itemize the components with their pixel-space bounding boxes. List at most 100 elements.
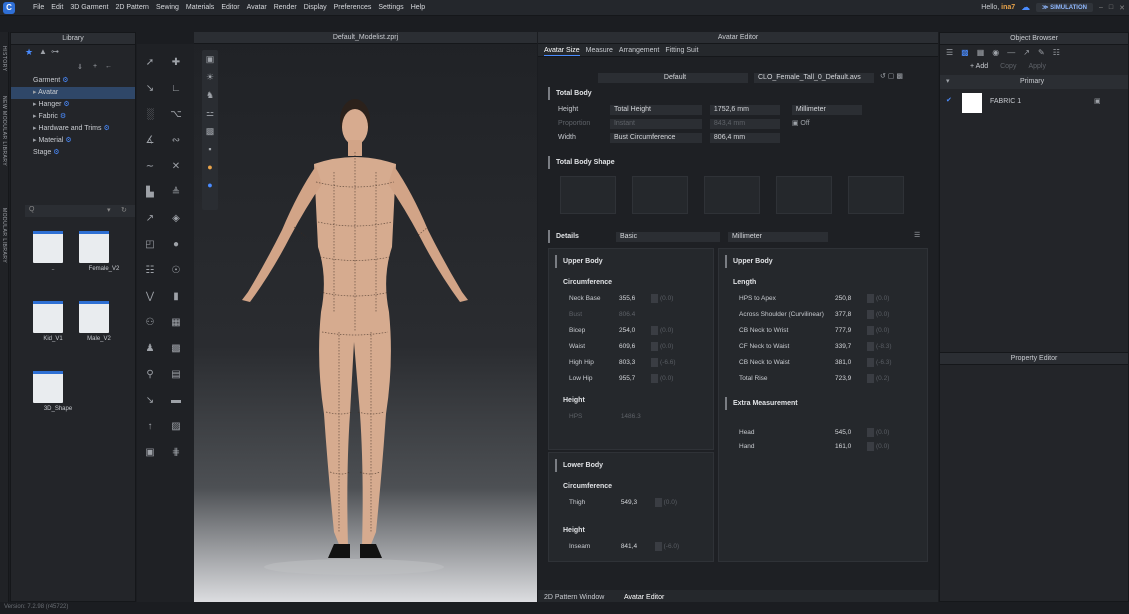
measurement-value[interactable]: 381,0 <box>835 357 867 369</box>
add-icon[interactable]: + <box>93 63 97 70</box>
rectangle-tool-icon[interactable]: ⌥ <box>167 108 185 122</box>
library-tile-female[interactable]: Female_V2 <box>79 231 129 272</box>
spinner-icon[interactable] <box>867 325 874 335</box>
add-fabric-button[interactable]: + Add <box>970 63 988 73</box>
apply-fabric-button[interactable]: Apply <box>1028 63 1046 73</box>
hanger-tool-icon[interactable]: ↑ <box>141 420 159 434</box>
circle-tool-icon[interactable]: ● <box>167 238 185 252</box>
edit-pattern-icon[interactable]: ↘ <box>141 82 159 96</box>
library-tile-male[interactable]: Male_V2 <box>79 301 119 342</box>
tree-item-hardware[interactable]: ▸ Hardware and Trims ⚙ <box>11 123 135 135</box>
primary-row[interactable]: Primary ▾ <box>940 75 1128 89</box>
spinner-icon[interactable] <box>654 497 662 507</box>
tree-item-fabric[interactable]: ▸ Fabric ⚙ <box>11 111 135 123</box>
tab-fitting-suit[interactable]: Fitting Suit <box>665 44 698 56</box>
body-shape-option[interactable] <box>632 176 688 214</box>
measure-tool-icon[interactable]: ↘ <box>141 394 159 408</box>
folder-icon[interactable]: ▲ <box>39 47 47 56</box>
trim-icon[interactable]: ☷ <box>1053 48 1060 58</box>
spinner-icon[interactable] <box>651 325 658 335</box>
tree-item-avatar[interactable]: ▸ Avatar <box>11 87 135 99</box>
height-unit-select[interactable]: Millimeter <box>791 105 862 115</box>
menu-render[interactable]: Render <box>274 4 297 11</box>
check-icon[interactable]: ✔ <box>946 96 952 104</box>
avatar-file-select[interactable]: CLO_Female_Tall_0_Default.avs <box>754 72 874 83</box>
measurement-value[interactable]: 250,8 <box>835 293 867 305</box>
arrange-tool-icon[interactable]: ⚇ <box>141 316 159 330</box>
body-shape-option[interactable] <box>560 176 616 214</box>
menu-editor[interactable]: Editor <box>221 4 239 11</box>
grid-tool-icon[interactable]: ▦ <box>167 316 185 330</box>
details-unit-select[interactable]: Millimeter <box>728 231 828 242</box>
cloud-icon[interactable]: ☁ <box>1021 2 1030 13</box>
menu-3d-garment[interactable]: 3D Garment <box>70 4 108 11</box>
avatar-tool-icon[interactable]: ♟ <box>141 342 159 356</box>
measurement-value[interactable]: 723,9 <box>835 373 867 385</box>
pin-tool-icon[interactable]: ⋁ <box>141 290 159 304</box>
measurement-value[interactable]: 609,6 <box>619 341 651 353</box>
tack-tool-icon[interactable]: ▮ <box>167 290 185 304</box>
minimize-icon[interactable]: – <box>1099 4 1103 11</box>
favorite-star-icon[interactable]: ★ <box>25 47 33 58</box>
height-value-input[interactable]: 1752,6 mm <box>709 105 780 115</box>
tree-item-hanger[interactable]: ▸ Hanger ⚙ <box>11 99 135 111</box>
zipper-icon[interactable]: ✎ <box>1038 48 1045 58</box>
proportion-type-select[interactable]: Instant <box>609 119 702 129</box>
sewing-tool-icon[interactable]: ∼ <box>141 160 159 174</box>
thigh-value[interactable]: 549,3 <box>621 497 653 509</box>
menu-edit[interactable]: Edit <box>51 4 63 11</box>
search-filter-icon[interactable]: ▾ <box>107 206 111 214</box>
modular-library-tab[interactable]: MODULAR LIBRARY <box>1 208 7 263</box>
cloud-sync-icon[interactable]: ⊶ <box>51 47 59 56</box>
collapse-arrow-icon[interactable]: ▾ <box>946 75 950 89</box>
fit-map-icon[interactable]: ▨ <box>167 420 185 434</box>
refresh-icon[interactable]: ↻ <box>121 206 127 214</box>
measurement-value[interactable]: 803,3 <box>619 357 651 369</box>
menu-display[interactable]: Display <box>304 4 327 11</box>
menu-avatar[interactable]: Avatar <box>247 4 267 11</box>
download-icon[interactable]: ⇓ <box>77 63 83 71</box>
curve-tool-icon[interactable]: ∾ <box>167 134 185 148</box>
button-tool-icon[interactable]: ◰ <box>141 238 159 252</box>
topstitch-icon[interactable]: ☷ <box>141 264 159 278</box>
3d-viewport[interactable]: Default_Modelist.zprj ▣ ☀ ♞ ⚍ ▩ ▪ ● ● <box>194 32 537 602</box>
library-tile-3d-shape[interactable]: 3D_Shape <box>33 371 83 412</box>
spinner-icon[interactable] <box>867 309 874 319</box>
body-shape-option[interactable] <box>848 176 904 214</box>
shrink-tool-icon[interactable]: ⋕ <box>167 446 185 460</box>
tab-arrangement[interactable]: Arrangement <box>619 44 659 56</box>
avatar-file-actions[interactable]: ↺ ▢ ▩ <box>880 72 903 80</box>
move-tool-icon[interactable]: ➚ <box>141 56 159 70</box>
notch-tool-icon[interactable]: ▙ <box>141 186 159 200</box>
dart-tool-icon[interactable]: ✕ <box>167 160 185 174</box>
measurement-value[interactable]: 955,7 <box>619 373 651 385</box>
history-tab[interactable]: HISTORY <box>1 46 7 72</box>
menu-settings[interactable]: Settings <box>378 4 403 11</box>
transform-tool-icon[interactable]: ✚ <box>167 56 185 70</box>
copy-fabric-button[interactable]: Copy <box>1000 63 1016 73</box>
spinner-icon[interactable] <box>651 373 658 383</box>
spinner-icon[interactable] <box>651 341 658 351</box>
polygon-tool-icon[interactable]: ░ <box>141 108 159 122</box>
library-tile-parent[interactable]: .. <box>33 231 73 272</box>
zipper-tool-icon[interactable]: ☉ <box>167 264 185 278</box>
buttonhole-icon[interactable]: — <box>1007 48 1015 58</box>
inseam-value[interactable]: 841,4 <box>621 541 653 553</box>
measurement-value[interactable]: 545,0 <box>835 427 867 439</box>
height-type-select[interactable]: Total Height <box>609 105 702 115</box>
proportion-value-input[interactable]: 843,4 mm <box>709 119 780 129</box>
pleat-tool-icon[interactable]: ◈ <box>167 212 185 226</box>
measurement-value[interactable]: 355,6 <box>619 293 651 305</box>
list-view-icon[interactable]: ☰ <box>914 231 920 239</box>
tab-avatar-size[interactable]: Avatar Size <box>544 44 580 56</box>
tree-item-stage[interactable]: Stage ⚙ <box>11 147 135 159</box>
spinner-icon[interactable] <box>867 341 874 351</box>
edit-point-icon[interactable]: ∟ <box>167 82 185 96</box>
graphic-tool-icon[interactable]: ⚲ <box>141 368 159 382</box>
library-search-input[interactable]: Q ▾ ↻ <box>25 205 135 217</box>
spinner-icon[interactable] <box>867 441 874 451</box>
button-icon[interactable]: ◉ <box>992 48 999 58</box>
proportion-toggle[interactable]: ▣ Off <box>792 120 810 127</box>
spinner-icon[interactable] <box>867 357 874 367</box>
measurement-value[interactable]: 377,8 <box>835 309 867 321</box>
